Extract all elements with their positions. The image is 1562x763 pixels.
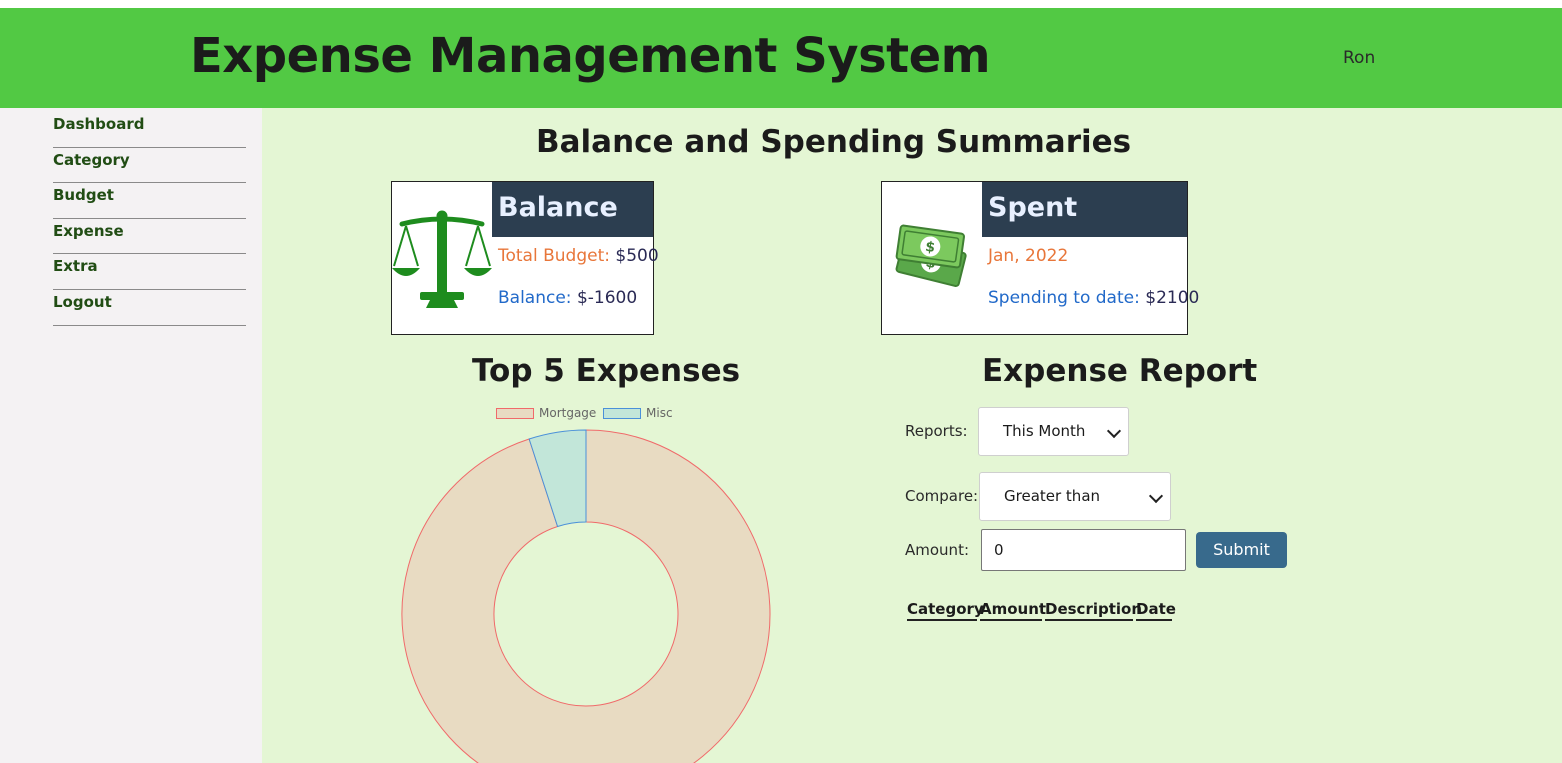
spent-period: Jan, 2022 — [988, 246, 1069, 266]
compare-select-value: Greater than — [1004, 487, 1101, 505]
balance-label: Balance: — [498, 288, 572, 308]
legend-swatch-1 — [603, 408, 641, 419]
spent-card: $ $ Spent Jan, 2022 Spending to date: $2… — [881, 181, 1199, 335]
money-icon: $ $ — [895, 224, 967, 287]
table-header-description[interactable]: Description — [1045, 600, 1142, 621]
total-budget-label: Total Budget: — [498, 246, 610, 266]
spending-value: $2100 — [1145, 288, 1200, 308]
legend-label-1: Misc — [646, 406, 673, 420]
expense-report-title: Expense Report — [982, 353, 1258, 389]
legend-item-1[interactable]: Misc — [603, 406, 673, 420]
sidebar: Dashboard Category Budget Expense Extra … — [0, 108, 262, 763]
table-header-amount[interactable]: Amount — [980, 600, 1046, 621]
balance-line: Balance: $-1600 — [498, 288, 637, 308]
table-header-category[interactable]: Category — [907, 600, 984, 621]
sidebar-item-budget[interactable]: Budget — [53, 183, 246, 219]
scales-icon — [392, 210, 492, 308]
total-budget-value: $500 — [615, 246, 659, 266]
spent-card-heading: Spent — [982, 182, 1187, 237]
top-expenses-title: Top 5 Expenses — [472, 353, 741, 389]
sidebar-menu: Dashboard Category Budget Expense Extra … — [53, 112, 246, 326]
legend-swatch-0 — [496, 408, 534, 419]
reports-label: Reports: — [905, 422, 968, 440]
total-budget-line: Total Budget: $500 — [498, 246, 659, 266]
legend-item-0[interactable]: Mortgage — [496, 406, 596, 420]
page-title: Balance and Spending Summaries — [536, 124, 1132, 160]
amount-input[interactable]: 0 — [981, 529, 1186, 571]
table-header-date[interactable]: Date — [1136, 600, 1176, 621]
reports-select-value: This Month — [1003, 422, 1086, 440]
chevron-down-icon — [1148, 488, 1164, 503]
compare-select[interactable]: Greater than — [979, 472, 1171, 521]
amount-label: Amount: — [905, 541, 969, 559]
spending-line: Spending to date: $2100 — [988, 288, 1199, 308]
top-strip — [0, 0, 1562, 8]
sidebar-item-dashboard[interactable]: Dashboard — [53, 112, 246, 148]
submit-button[interactable]: Submit — [1196, 532, 1287, 568]
legend-label-0: Mortgage — [539, 406, 597, 420]
spending-label: Spending to date: — [988, 288, 1140, 308]
app-header: Expense Management System Ron — [0, 8, 1562, 108]
chevron-down-icon — [1106, 423, 1122, 438]
sidebar-item-extra[interactable]: Extra — [53, 254, 246, 290]
sidebar-item-category[interactable]: Category — [53, 148, 246, 184]
balance-card: Balance Total Budget: $500 Balance: $-16… — [391, 181, 659, 335]
top-expenses-chart — [401, 429, 771, 763]
sidebar-item-expense[interactable]: Expense — [53, 219, 246, 255]
balance-value: $-1600 — [576, 288, 638, 308]
reports-select[interactable]: This Month — [978, 407, 1129, 456]
app-title: Expense Management System — [190, 28, 991, 84]
compare-label: Compare: — [905, 487, 979, 505]
user-name[interactable]: Ron — [1343, 48, 1375, 68]
balance-card-heading: Balance — [492, 182, 653, 237]
sidebar-item-logout[interactable]: Logout — [53, 290, 246, 326]
